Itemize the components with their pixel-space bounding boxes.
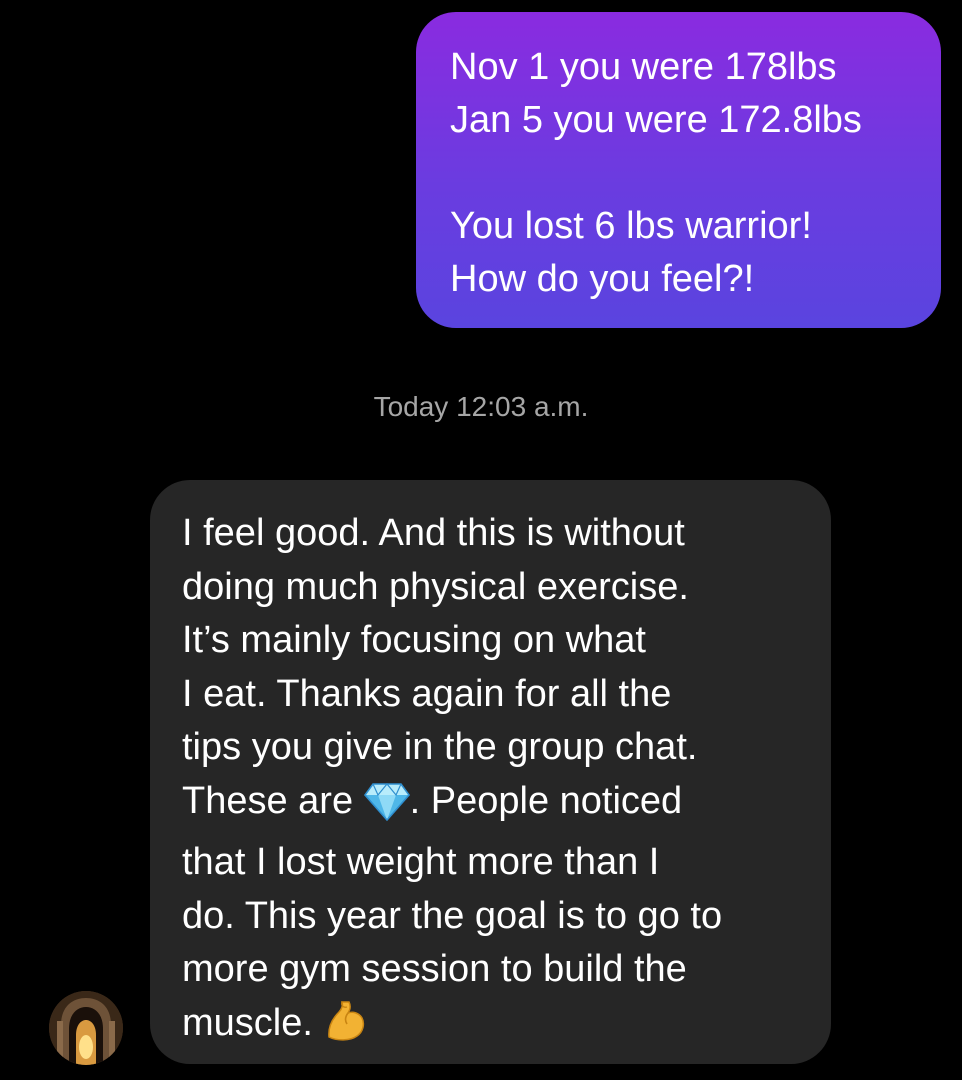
incoming-message-line: doing much physical exercise. xyxy=(182,565,689,608)
incoming-message-text: These are xyxy=(182,779,354,822)
outgoing-message-line: You lost 6 lbs warrior! xyxy=(450,205,812,247)
message-paragraph-gap xyxy=(450,147,907,200)
incoming-message-line: tips you give in the group chat. xyxy=(182,726,698,768)
incoming-message-bubble[interactable]: I feel good. And this is without doing m… xyxy=(150,480,831,1064)
incoming-message-text: muscle. xyxy=(182,1001,313,1044)
outgoing-message-bubble[interactable]: Nov 1 you were 178lbs Jan 5 you were 172… xyxy=(416,12,941,328)
incoming-message-line: do. This year the goal is to go to xyxy=(182,894,723,937)
gem-emoji-icon xyxy=(363,781,410,837)
flexed-biceps-emoji-icon xyxy=(323,999,367,1059)
outgoing-message-line: How do you feel?! xyxy=(450,258,755,300)
incoming-message-line: that I lost weight more than I xyxy=(182,841,660,883)
incoming-message-line: It’s mainly focusing on what xyxy=(182,619,646,661)
incoming-message-line: more gym session to build the xyxy=(182,948,687,990)
outgoing-message-line: Jan 5 you were 172.8lbs xyxy=(450,99,862,141)
incoming-message-line: I feel good. And this is without xyxy=(182,512,685,554)
incoming-message-text: . People noticed xyxy=(409,779,683,822)
outgoing-message-line: Nov 1 you were 178lbs xyxy=(450,46,837,88)
sender-avatar[interactable] xyxy=(49,991,123,1065)
archway-avatar-icon xyxy=(49,991,123,1065)
message-timestamp: Today 12:03 a.m. xyxy=(373,391,589,422)
incoming-message-line: I eat. Thanks again for all the xyxy=(182,672,672,715)
incoming-message-line: These are . People noticed xyxy=(182,775,803,837)
incoming-message-line: muscle. xyxy=(182,997,803,1059)
